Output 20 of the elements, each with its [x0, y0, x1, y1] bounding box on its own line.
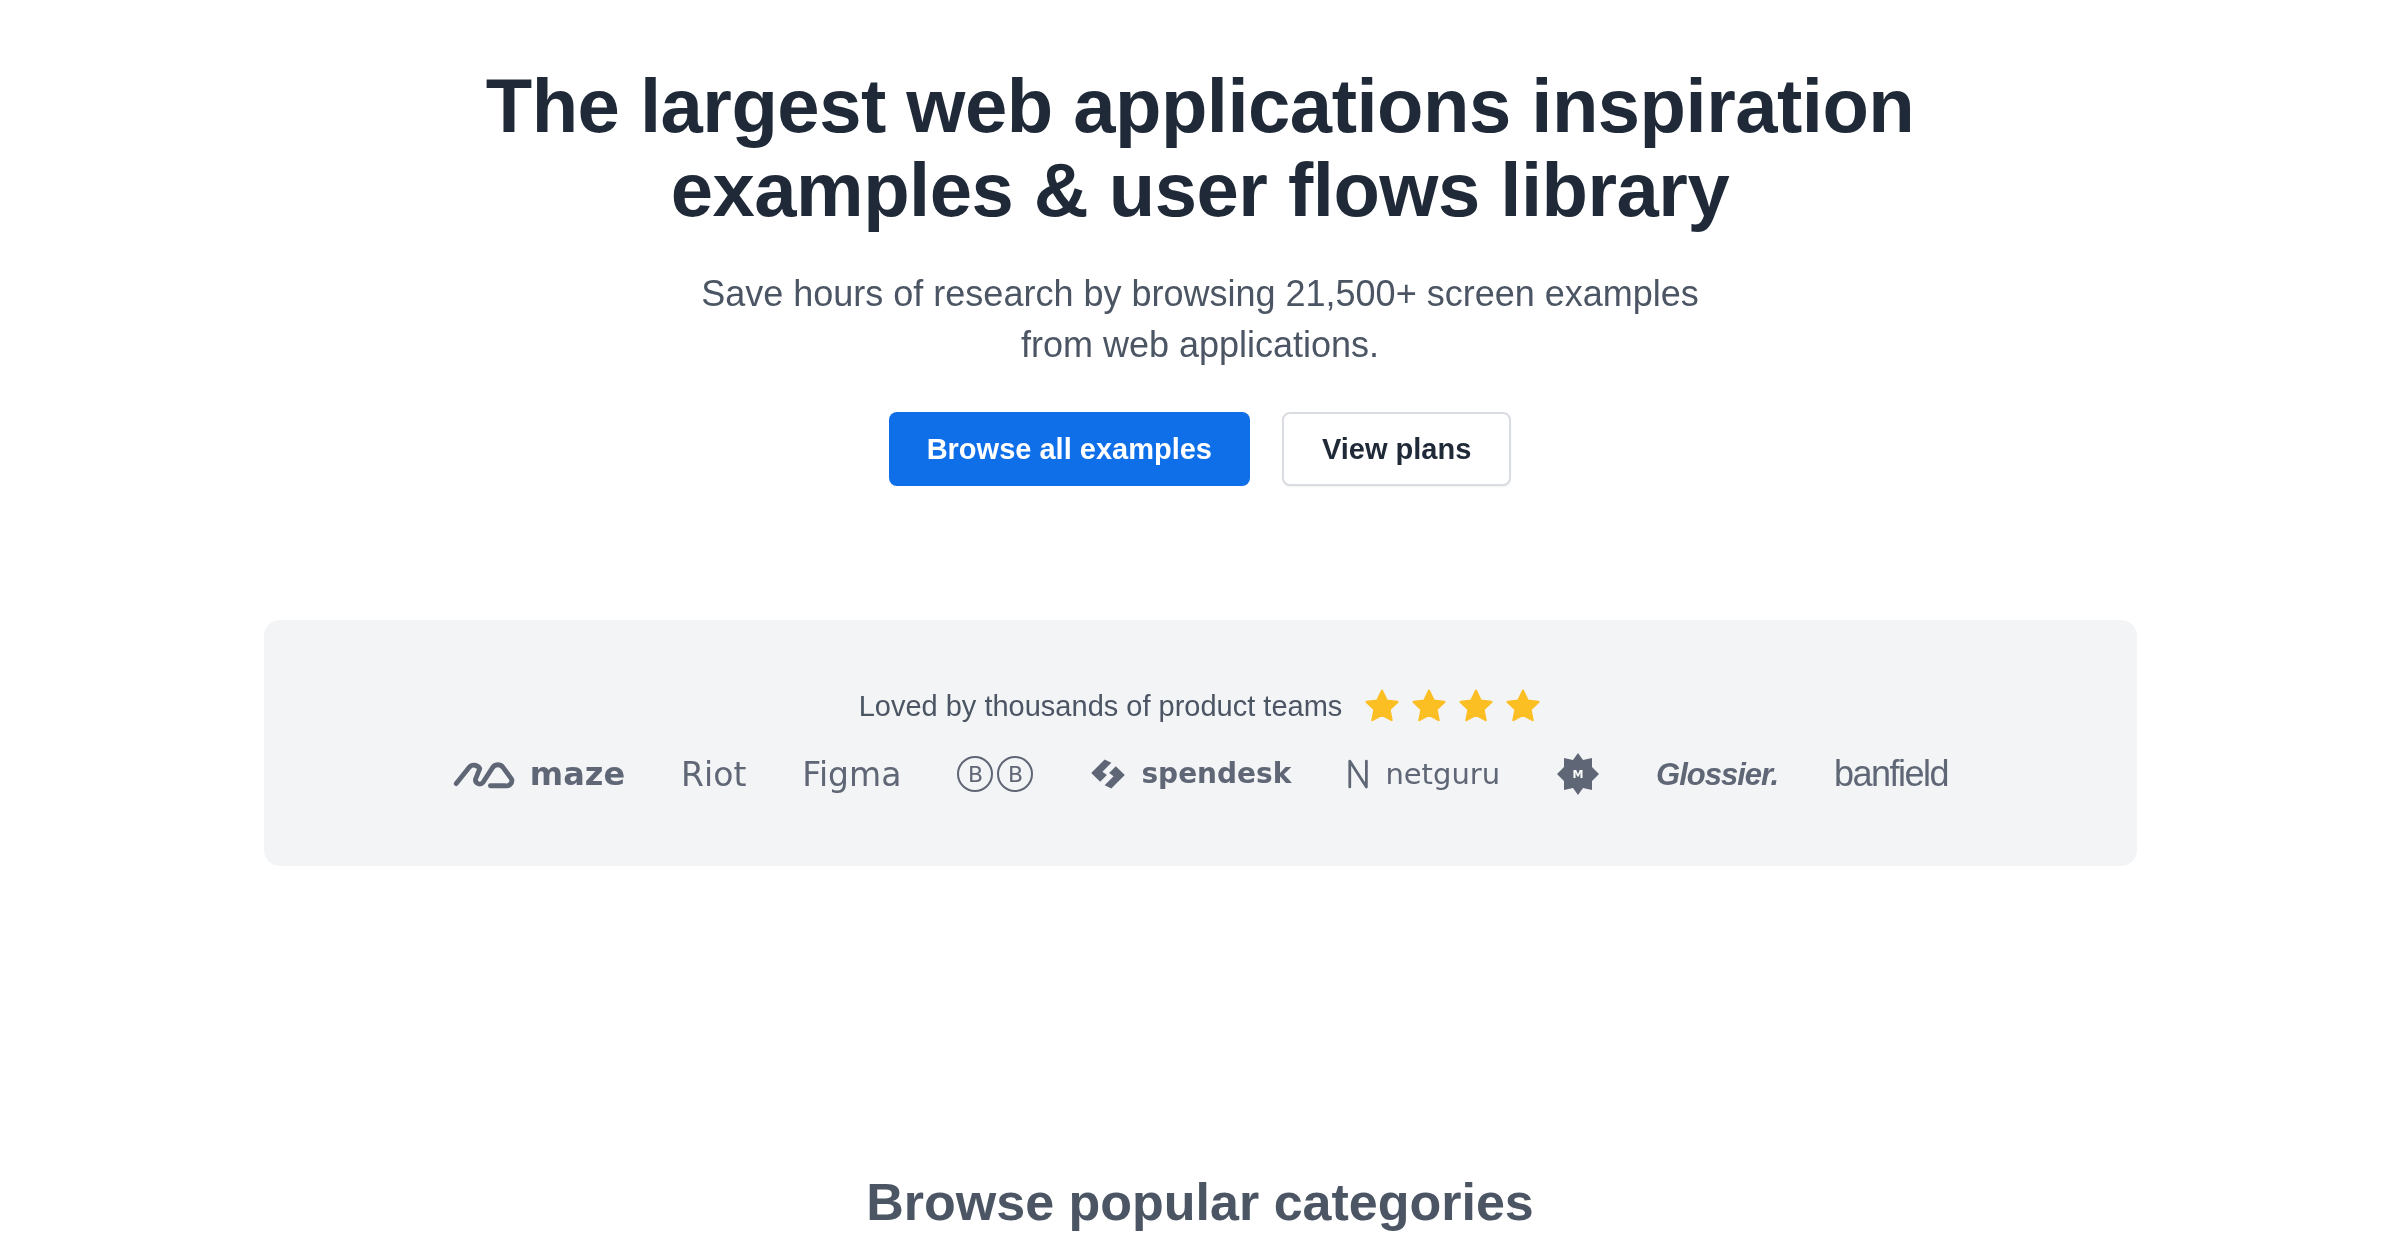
plans-button[interactable]: View plans	[1281, 412, 1512, 486]
logo-text: spendesk	[1141, 760, 1292, 788]
logo-text: Glossier.	[1656, 758, 1779, 790]
star-icon	[1364, 688, 1401, 724]
logo-text: banfield	[1834, 756, 1949, 792]
star-icon	[1411, 688, 1448, 724]
logo-text: Figma	[802, 757, 902, 791]
logo-text: Riot	[681, 757, 747, 791]
section-title: Browse popular categories	[866, 1172, 1534, 1232]
hero-subtitle: Save hours of research by browsing 21,500+ screen examples from web applications.	[701, 272, 1699, 367]
logo-text: netguru	[1385, 759, 1501, 789]
hero-title: The largest web applications inspiration examples & user flows library	[485, 64, 1915, 232]
social-proof-text: Loved by thousands of product teams	[858, 689, 1343, 723]
logo-text: maze	[529, 758, 626, 790]
circled-letter: B	[957, 756, 994, 792]
badge-logo-icon: M	[1556, 752, 1601, 796]
browse-button[interactable]: Browse all examples	[888, 412, 1250, 486]
star-icon	[1458, 688, 1495, 724]
circled-letter: B	[997, 756, 1034, 792]
star-icon	[1505, 688, 1542, 724]
